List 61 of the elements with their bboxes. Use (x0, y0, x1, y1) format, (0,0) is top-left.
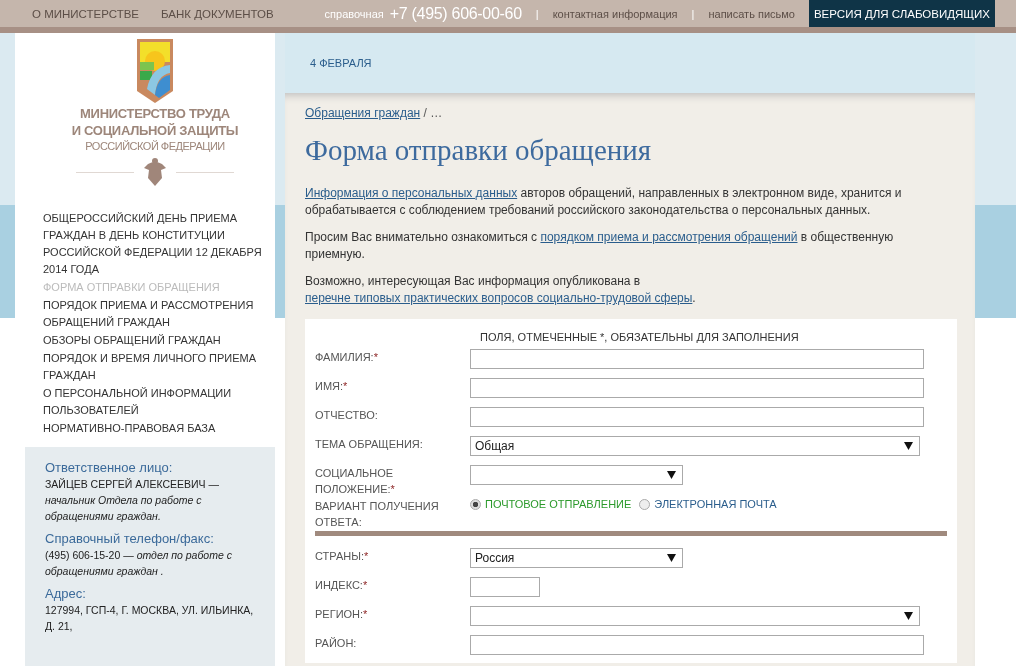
caret-icon (904, 442, 913, 450)
accessibility-button[interactable]: ВЕРСИЯ ДЛЯ СЛАБОВИДЯЩИХ (808, 0, 995, 27)
intro-paragraph: Возможно, интересующая Вас информация опубликована в перечне типовых практических вопросов социально-трудовой сферы. (305, 273, 697, 307)
text-link[interactable]: Информация о персональных данных (305, 186, 518, 200)
dropdown[interactable] (470, 606, 920, 626)
contact-text: ЗАЙЦЕВ СЕРГЕЙ АЛЕКСЕЕВИЧ — начальник Отдела по работе с обращениями граждан. (45, 477, 220, 524)
nav-link[interactable]: О МИНИСТЕРСТВЕ (32, 7, 139, 20)
radio-label[interactable]: ЭЛЕКТРОННАЯ ПОЧТА (654, 498, 777, 510)
intro-paragraph: Информация о персональных данных авторов обращений, направленных в электронном виде, хранится и обрабатывается с соблюдением требований российского законодательства о персональных данных. (305, 185, 903, 219)
field-label: РЕГИОН:* (315, 607, 369, 622)
field-label: ИМЯ:* (315, 379, 349, 394)
contact-text: (495) 606-15-20 — отдел по работе с обращениями граждан . (45, 548, 233, 579)
caret-icon (904, 612, 913, 620)
field-label: РАЙОН: (315, 636, 358, 651)
phone-label: справочная (324, 7, 384, 20)
sidebar-item[interactable]: ПОРЯДОК ПРИЕМА И РАССМОТРЕНИЯ ОБРАЩЕНИЙ ГРАЖДАН (43, 297, 275, 331)
sidebar-item[interactable]: ОБЩЕРОССИЙСКИЙ ДЕНЬ ПРИЕМА ГРАЖДАН В ДЕНЬ КОНСТИТУЦИИ РОССИЙСКОЙ ФЕДЕРАЦИИ 12 ДЕКАБРЯ 2014 ГОДА (43, 210, 275, 278)
sidebar-item[interactable]: О ПЕРСОНАЛЬНОЙ ИНФОРМАЦИИ ПОЛЬЗОВАТЕЛЕЙ (43, 385, 275, 419)
dropdown[interactable]: Общая (470, 436, 920, 456)
date-label: 4 ФЕВРАЛЯ (310, 57, 372, 69)
input-field[interactable] (470, 349, 924, 369)
caret-icon (667, 471, 676, 479)
separator: | (535, 7, 539, 20)
field-label: ИНДЕКС:* (315, 578, 369, 593)
field-label: ОТЧЕСТВО: (315, 408, 379, 423)
field-label: СОЦИАЛЬНОЕ ПОЛОЖЕНИЕ:* (315, 466, 396, 497)
top-link[interactable]: написать письмо (708, 7, 795, 20)
input-field[interactable] (470, 577, 540, 597)
ministry-name: МИНИСТЕРСТВО ТРУДА (80, 105, 230, 122)
ministry-name: И СОЦИАЛЬНОЙ ЗАЩИТЫ (71, 122, 239, 139)
field-label: СТРАНЫ:* (315, 549, 370, 564)
ministry-subtitle: РОССИЙСКОЙ ФЕДЕРАЦИИ (85, 140, 225, 152)
text-link[interactable]: порядком приема и рассмотрения обращений (540, 230, 798, 244)
phone-number: +7 (495) 606-00-60 (389, 4, 522, 23)
nav-link[interactable]: БАНК ДОКУМЕНТОВ (161, 7, 274, 20)
sidebar-item[interactable]: ПОРЯДОК И ВРЕМЯ ЛИЧНОГО ПРИЕМА ГРАЖДАН (43, 350, 275, 384)
intro-paragraph: Просим Вас внимательно ознакомиться с порядком приема и рассмотрения обращений в общественную приемную. (305, 229, 895, 263)
input-field[interactable] (470, 378, 924, 398)
caret-icon (667, 554, 676, 562)
page-title: Форма отправки обращения (305, 134, 653, 167)
input-field[interactable] (470, 407, 924, 427)
contact-heading: Адрес: (45, 585, 87, 602)
sidebar-item[interactable]: НОРМАТИВНО-ПРАВОВАЯ БАЗА (43, 420, 275, 437)
separator: | (691, 7, 695, 20)
field-label: ТЕМА ОБРАЩЕНИЯ: (315, 437, 424, 452)
breadcrumb-link[interactable]: Обращения граждан (305, 106, 421, 120)
radio-button[interactable] (470, 498, 481, 510)
contact-text: 127994, ГСП-4, Г. МОСКВА, УЛ. ИЛЬИНКА, Д. 21, (45, 603, 255, 634)
contact-heading: Ответственное лицо: (45, 459, 174, 476)
contact-heading: Справочный телефон/факс: (45, 530, 215, 547)
radio-button[interactable] (639, 498, 651, 510)
input-field[interactable] (470, 635, 924, 655)
breadcrumb-text: / … (422, 106, 443, 120)
top-link[interactable]: контактная информация (552, 7, 678, 20)
sidebar-item[interactable]: ОБЗОРЫ ОБРАЩЕНИЙ ГРАЖДАН (43, 332, 275, 349)
required-note: ПОЛЯ, ОТМЕЧЕННЫЕ *, ОБЯЗАТЕЛЬНЫ ДЛЯ ЗАПОЛНЕНИЯ (480, 331, 800, 343)
dropdown[interactable]: Россия (470, 548, 683, 568)
dropdown[interactable] (470, 465, 683, 485)
field-label: ВАРИАНТ ПОЛУЧЕНИЯ ОТВЕТА: (315, 499, 440, 530)
radio-label[interactable]: ПОЧТОВОЕ ОТПРАВЛЕНИЕ (485, 498, 632, 510)
field-label: ФАМИЛИЯ:* (315, 350, 379, 365)
